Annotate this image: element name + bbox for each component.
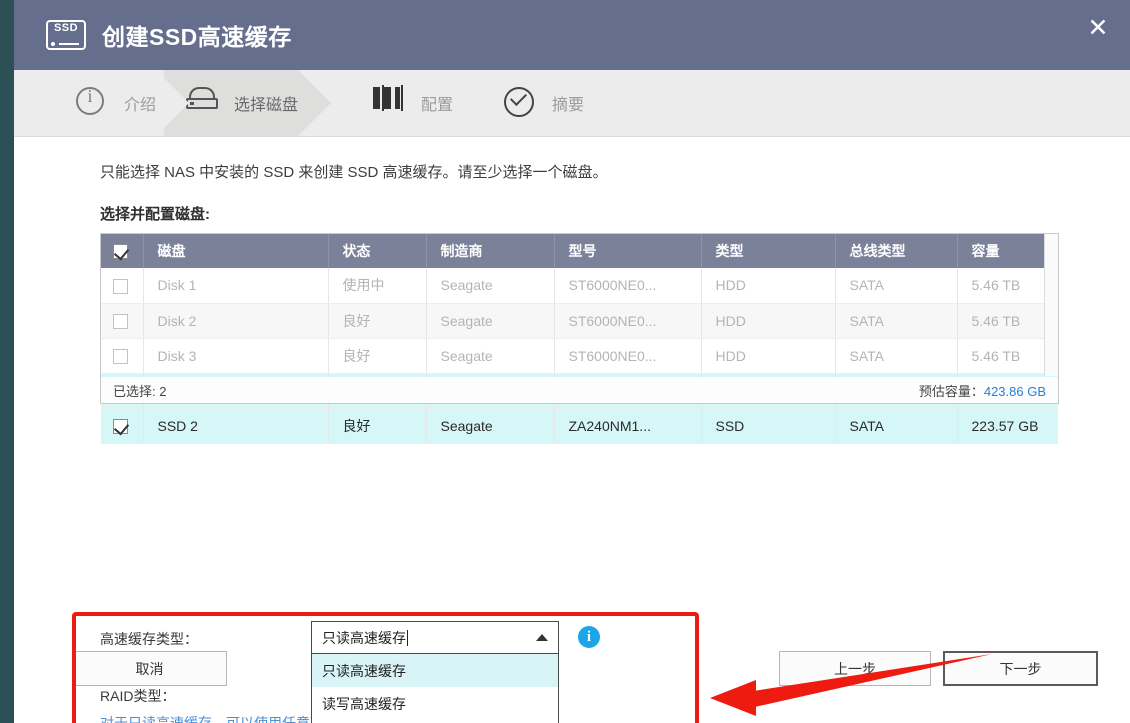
cache-type-dropdown-list: 只读高速缓存 读写高速缓存 只写高速缓存 — [311, 654, 559, 723]
cell-vendor: Seagate — [426, 408, 554, 443]
cancel-button[interactable]: 取消 — [72, 651, 227, 686]
table-row[interactable]: Disk 2 良好 Seagate ST6000NE0... HDD SATA … — [101, 303, 1058, 338]
sliders-icon — [373, 87, 405, 119]
cell-bus: SATA — [835, 303, 957, 338]
row-checkbox[interactable] — [113, 349, 128, 364]
cache-type-input[interactable]: 只读高速缓存 — [311, 621, 559, 654]
info-circle-icon — [76, 87, 108, 119]
text-caret — [407, 630, 408, 646]
cell-disk: Disk 1 — [143, 268, 328, 303]
next-button[interactable]: 下一步 — [943, 651, 1098, 686]
step-configure-label: 配置 — [421, 91, 453, 115]
cell-bus: SATA — [835, 268, 957, 303]
estimated-capacity: 预估容量：423.86 GB — [919, 381, 1046, 400]
selected-label: 已选择: — [113, 384, 156, 399]
cell-capacity: 5.46 TB — [957, 338, 1058, 373]
col-capacity[interactable]: 容量 — [957, 234, 1058, 268]
col-bus[interactable]: 总线类型 — [835, 234, 957, 268]
cell-disk: SSD 2 — [143, 408, 328, 443]
cell-status: 良好 — [328, 303, 426, 338]
cell-type: SSD — [701, 408, 835, 443]
cell-status: 使用中 — [328, 268, 426, 303]
table-header-row: 磁盘 状态 制造商 型号 类型 总线类型 容量 — [101, 234, 1058, 268]
col-model[interactable]: 型号 — [554, 234, 701, 268]
cell-disk: Disk 2 — [143, 303, 328, 338]
step-summary[interactable]: 摘要 — [482, 70, 584, 136]
table-row[interactable]: Disk 3 良好 Seagate ST6000NE0... HDD SATA … — [101, 338, 1058, 373]
cache-type-option-readonly[interactable]: 只读高速缓存 — [312, 654, 558, 687]
wizard-step-bar: 介绍 选择磁盘 配置 摘要 — [14, 70, 1130, 137]
check-circle-icon — [504, 87, 536, 119]
row-checkbox-cell[interactable] — [101, 408, 143, 443]
previous-button[interactable]: 上一步 — [779, 651, 931, 686]
cell-vendor: Seagate — [426, 338, 554, 373]
cell-disk: Disk 3 — [143, 338, 328, 373]
row-checkbox[interactable] — [113, 419, 128, 434]
cell-capacity: 223.57 GB — [957, 408, 1058, 443]
cache-type-option-readwrite[interactable]: 读写高速缓存 — [312, 687, 558, 720]
select-all-header[interactable] — [101, 234, 143, 268]
step-summary-label: 摘要 — [552, 91, 584, 115]
cell-model: ST6000NE0... — [554, 338, 701, 373]
estimated-label: 预估容量： — [919, 384, 984, 399]
caret-up-icon[interactable] — [536, 634, 548, 641]
table-scrollbar[interactable] — [1044, 234, 1058, 376]
row-checkbox-cell[interactable] — [101, 268, 143, 303]
raid-type-label: RAID类型： — [100, 686, 175, 706]
step-intro[interactable]: 介绍 — [54, 70, 156, 136]
row-checkbox[interactable] — [113, 279, 128, 294]
cell-vendor: Seagate — [426, 303, 554, 338]
close-icon[interactable]: ✕ — [1080, 10, 1116, 46]
selected-summary: 已选择: 2 — [113, 381, 166, 400]
cell-model: ZA240NM1... — [554, 408, 701, 443]
col-type[interactable]: 类型 — [701, 234, 835, 268]
table-row[interactable]: SSD 2 良好 Seagate ZA240NM1... SSD SATA 22… — [101, 408, 1058, 443]
cell-vendor: Seagate — [426, 268, 554, 303]
cache-type-value: 只读高速缓存 — [322, 628, 406, 648]
step-select-disks-label: 选择磁盘 — [234, 91, 298, 115]
cell-status: 良好 — [328, 338, 426, 373]
col-status[interactable]: 状态 — [328, 234, 426, 268]
cell-status: 良好 — [328, 408, 426, 443]
section-label: 选择并配置磁盘: — [100, 203, 210, 224]
estimated-value: 423.86 GB — [984, 384, 1046, 399]
col-vendor[interactable]: 制造商 — [426, 234, 554, 268]
cache-type-combobox[interactable]: 只读高速缓存 只读高速缓存 读写高速缓存 只写高速缓存 — [311, 621, 559, 723]
cell-capacity: 5.46 TB — [957, 268, 1058, 303]
intro-text: 只能选择 NAS 中安装的 SSD 来创建 SSD 高速缓存。请至少选择一个磁盘… — [100, 161, 608, 182]
col-disk[interactable]: 磁盘 — [143, 234, 328, 268]
table-footer: 已选择: 2 预估容量：423.86 GB — [100, 377, 1059, 404]
info-badge-icon[interactable]: i — [578, 626, 600, 648]
cell-bus: SATA — [835, 408, 957, 443]
cell-capacity: 5.46 TB — [957, 303, 1058, 338]
disk-table: 磁盘 状态 制造商 型号 类型 总线类型 容量 Disk 1 使用中 Seag — [100, 233, 1059, 377]
step-intro-label: 介绍 — [124, 91, 156, 115]
cell-type: HDD — [701, 303, 835, 338]
window-title: 创建SSD高速缓存 — [102, 18, 292, 52]
cell-model: ST6000NE0... — [554, 268, 701, 303]
select-all-checkbox[interactable] — [113, 244, 128, 259]
cell-model: ST6000NE0... — [554, 303, 701, 338]
step-configure[interactable]: 配置 — [351, 70, 453, 136]
table-row[interactable]: Disk 1 使用中 Seagate ST6000NE0... HDD SATA… — [101, 268, 1058, 303]
cell-bus: SATA — [835, 338, 957, 373]
disk-icon — [186, 87, 218, 119]
ssd-drive-icon: SSD — [46, 20, 86, 50]
row-checkbox[interactable] — [113, 314, 128, 329]
row-checkbox-cell[interactable] — [101, 303, 143, 338]
window-titlebar: SSD 创建SSD高速缓存 ✕ — [14, 0, 1130, 70]
cell-type: HDD — [701, 338, 835, 373]
cache-type-label: 高速缓存类型： — [100, 629, 198, 649]
selected-count: 2 — [159, 384, 166, 399]
row-checkbox-cell[interactable] — [101, 338, 143, 373]
wizard-body: 只能选择 NAS 中安装的 SSD 来创建 SSD 高速缓存。请至少选择一个磁盘… — [14, 137, 1130, 723]
ssd-cache-wizard-window: SSD 创建SSD高速缓存 ✕ 介绍 选择磁盘 配置 摘要 — [14, 0, 1130, 723]
cell-type: HDD — [701, 268, 835, 303]
